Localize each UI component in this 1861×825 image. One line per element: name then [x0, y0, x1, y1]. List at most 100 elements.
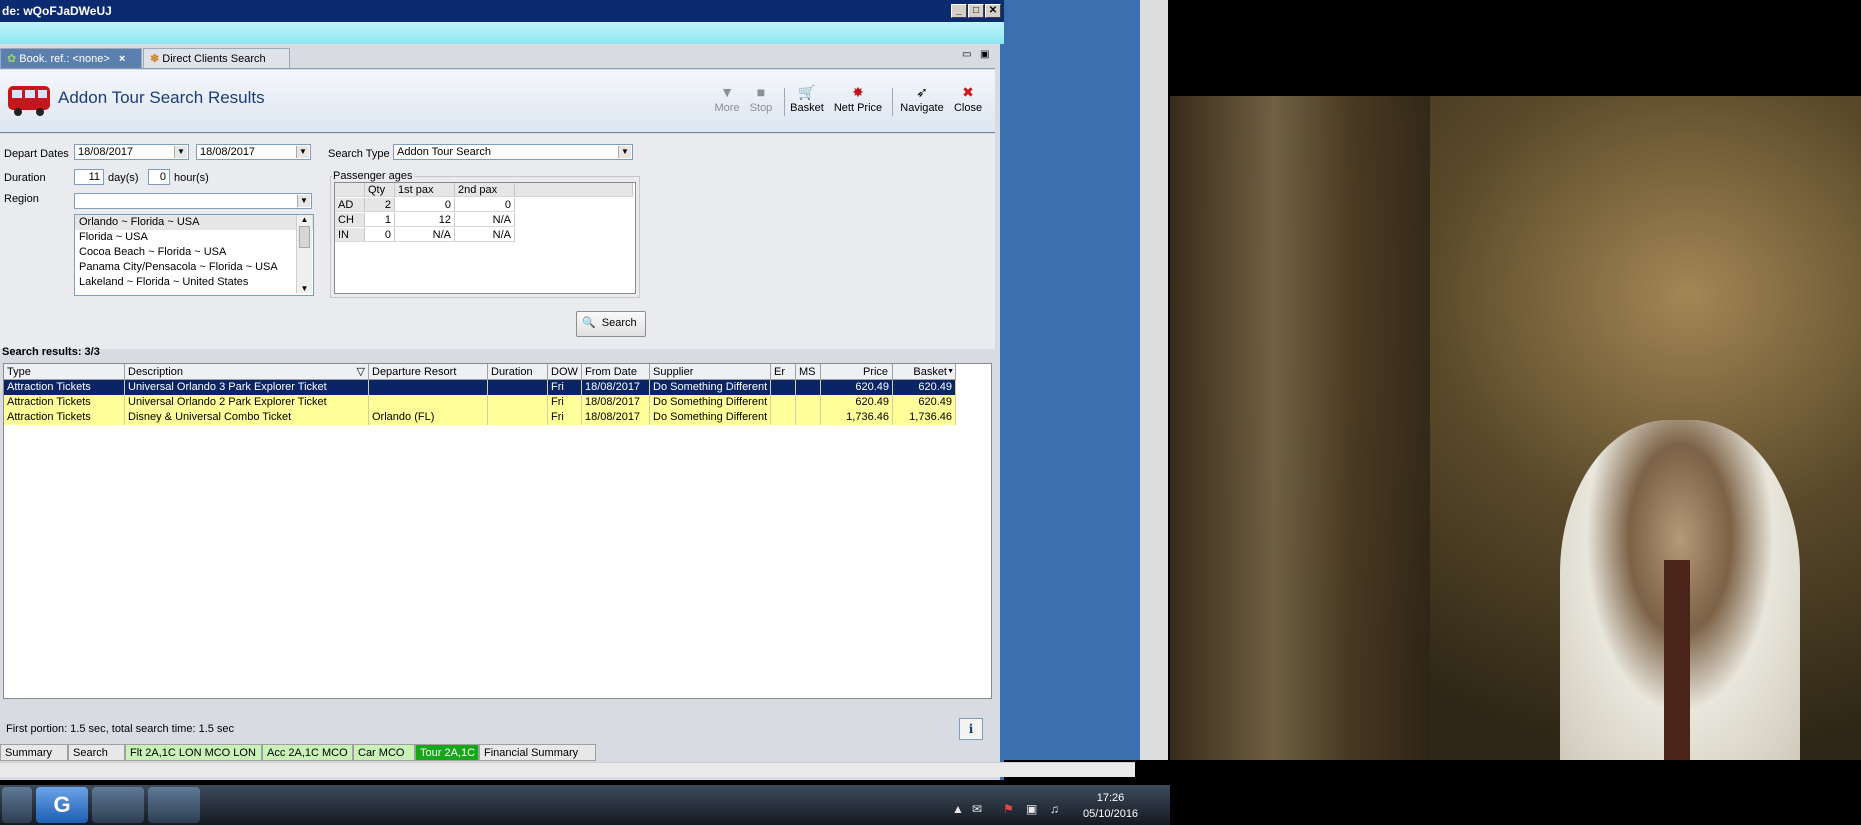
region-item[interactable]: Cocoa Beach ~ Florida ~ USA	[75, 245, 313, 260]
column-header-price[interactable]: Price	[821, 364, 893, 380]
pax-qty-cell[interactable]: 0	[365, 228, 395, 242]
bottom-tab-search[interactable]: Search	[68, 744, 125, 761]
nett-price-button[interactable]: ✸ Nett Price	[830, 84, 886, 114]
curtain-image	[1170, 96, 1430, 760]
close-window-button[interactable]: ✕	[985, 4, 1001, 18]
depart-to-field[interactable]: 18/08/2017 ▼	[196, 144, 311, 160]
chevron-down-icon[interactable]: ▼	[297, 195, 310, 207]
chevron-down-icon[interactable]: ▼	[174, 146, 187, 158]
passenger-ages-table[interactable]: Qty 1st pax 2nd pax AD 2 0 0 CH 1 12 N/A…	[334, 182, 636, 294]
region-item[interactable]: Orlando ~ Florida ~ USA	[75, 215, 313, 230]
stop-button[interactable]: ■ Stop	[739, 84, 783, 114]
pax-row-label: CH	[335, 213, 365, 227]
search-icon: 🔍	[582, 317, 596, 329]
bottom-tab-summary[interactable]: Summary	[0, 744, 68, 761]
column-header-basket[interactable]: Basket ▼	[893, 364, 956, 380]
results-count: Search results: 3/3	[2, 346, 100, 358]
region-label: Region	[4, 193, 39, 205]
volume-icon[interactable]: ♫	[1050, 802, 1059, 816]
pax-qty-cell[interactable]: 2	[365, 198, 395, 212]
pax-header-cell: 2nd pax	[455, 183, 515, 197]
table-row[interactable]: Attraction Tickets Disney & Universal Co…	[4, 410, 956, 425]
filter-icon[interactable]: ▽	[357, 364, 365, 379]
window-titlebar[interactable]: de: wQoFJaDWeUJ	[0, 0, 1004, 22]
duration-days-field[interactable]: 11	[74, 169, 104, 185]
pax-header-cell	[515, 183, 633, 197]
navigate-icon: ➶	[916, 84, 928, 100]
stop-icon: ■	[756, 84, 766, 100]
tab-booking-ref[interactable]: ✿ Book. ref.: <none> ×	[0, 48, 142, 68]
mail-icon[interactable]: ✉	[972, 802, 982, 816]
bottom-tab-car[interactable]: Car MCO	[353, 744, 415, 761]
duration-hours-field[interactable]: 0	[148, 169, 170, 185]
window-title: de: wQoFJaDWeUJ	[2, 4, 112, 18]
pax-header-cell	[335, 183, 365, 197]
bottom-tab-financial-summary[interactable]: Financial Summary	[479, 744, 596, 761]
region-item[interactable]: Florida ~ USA	[75, 230, 313, 245]
table-row[interactable]: Attraction Tickets Universal Orlando 3 P…	[4, 380, 956, 395]
basket-icon: 🛒	[798, 84, 816, 100]
pax-age-cell[interactable]: N/A	[455, 213, 515, 227]
column-header-departure-resort[interactable]: Departure Resort	[369, 364, 488, 380]
column-header-duration[interactable]: Duration	[488, 364, 548, 380]
pax-age-cell[interactable]: N/A	[455, 228, 515, 242]
taskbar-clock[interactable]: 17:26 05/10/2016	[1083, 792, 1138, 820]
scroll-up-icon[interactable]: ▲	[297, 215, 312, 224]
bottom-tab-flight[interactable]: Flt 2A,1C LON MCO LON	[125, 744, 262, 761]
results-grid[interactable]: Type Description ▽ Departure Resort Dura…	[3, 363, 992, 699]
column-header-type[interactable]: Type	[4, 364, 125, 380]
status-text: First portion: 1.5 sec, total search tim…	[6, 723, 235, 735]
hours-unit-label: hour(s)	[174, 172, 209, 184]
bottom-tab-accommodation[interactable]: Acc 2A,1C MCO	[262, 744, 353, 761]
column-header-supplier[interactable]: Supplier	[650, 364, 771, 380]
search-type-label: Search Type	[328, 148, 390, 160]
region-item[interactable]: Panama City/Pensacola ~ Florida ~ USA	[75, 260, 313, 275]
bottom-tab-tour[interactable]: Tour 2A,1C	[415, 744, 479, 761]
tab-close-icon[interactable]: ×	[119, 53, 125, 65]
network-icon[interactable]: ▣	[1026, 802, 1037, 816]
basket-button[interactable]: 🛒 Basket	[785, 84, 829, 114]
navigate-button[interactable]: ➶ Navigate	[895, 84, 949, 114]
region-item[interactable]: Lakeland ~ Florida ~ United States	[75, 275, 313, 290]
column-header-dow[interactable]: DOW	[548, 364, 582, 380]
pax-age-cell[interactable]: 0	[395, 198, 455, 212]
flag-icon[interactable]: ⚑	[1003, 802, 1014, 816]
panel-minimize-icon[interactable]: ▭	[962, 49, 971, 60]
region-scrollbar[interactable]: ▲ ▼	[296, 215, 312, 293]
maximize-button[interactable]: □	[968, 4, 984, 18]
pax-age-cell[interactable]: 0	[455, 198, 515, 212]
scroll-down-icon[interactable]: ▼	[297, 284, 312, 293]
column-header-description[interactable]: Description ▽	[125, 364, 369, 380]
window-taskbar-icon[interactable]	[148, 787, 200, 823]
column-header-ms[interactable]: MS	[796, 364, 821, 380]
region-list[interactable]: Orlando ~ Florida ~ USA Florida ~ USA Co…	[74, 214, 314, 296]
pax-row-label: IN	[335, 228, 365, 242]
panel-maximize-icon[interactable]: ▣	[980, 49, 989, 60]
splitter-bar[interactable]	[1140, 0, 1168, 760]
clock-time: 17:26	[1096, 792, 1125, 804]
pax-age-cell[interactable]: 12	[395, 213, 455, 227]
browser-taskbar-icon[interactable]: G	[36, 787, 88, 823]
scroll-thumb[interactable]	[299, 226, 310, 248]
info-button[interactable]: i	[959, 718, 983, 740]
depart-from-field[interactable]: 18/08/2017 ▼	[74, 144, 189, 160]
search-button[interactable]: 🔍 Search	[576, 311, 646, 337]
column-header-from-date[interactable]: From Date	[582, 364, 650, 380]
close-button[interactable]: ✖ Close	[946, 84, 990, 114]
table-row[interactable]: Attraction Tickets Universal Orlando 2 P…	[4, 395, 956, 410]
minimize-button[interactable]: _	[951, 4, 967, 18]
column-header-er[interactable]: Er	[771, 364, 796, 380]
passenger-ages-label: Passenger ages	[332, 170, 414, 182]
search-type-select[interactable]: Addon Tour Search ▼	[393, 144, 633, 160]
chevron-down-icon[interactable]: ▼	[296, 146, 309, 158]
start-icon[interactable]	[2, 787, 32, 823]
horizontal-scrollbar[interactable]	[0, 762, 1135, 777]
pax-age-cell[interactable]: N/A	[395, 228, 455, 242]
window-taskbar-icon[interactable]	[92, 787, 144, 823]
days-unit-label: day(s)	[108, 172, 139, 184]
chevron-down-icon[interactable]: ▼	[618, 146, 631, 158]
region-field[interactable]: ▼	[74, 193, 312, 209]
pax-qty-cell[interactable]: 1	[365, 213, 395, 227]
tray-expand-icon[interactable]: ▲	[952, 802, 964, 816]
tab-direct-clients-search[interactable]: ✽ Direct Clients Search	[143, 48, 290, 68]
